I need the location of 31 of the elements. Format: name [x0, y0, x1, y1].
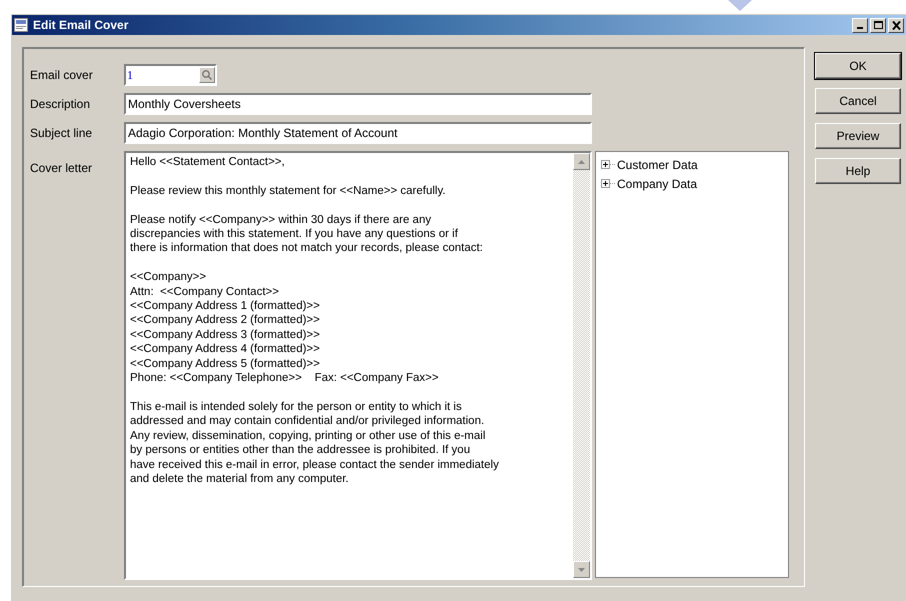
scrollbar[interactable] — [573, 153, 590, 578]
search-icon[interactable] — [199, 67, 215, 83]
expand-icon[interactable] — [601, 179, 610, 188]
field-label: Description — [30, 97, 92, 111]
up-arrow-icon — [578, 160, 585, 164]
field-label: Cover letter — [30, 160, 94, 174]
text-field[interactable]: Adagio Corporation: Monthly Statement of Account — [124, 122, 592, 144]
minimize-button[interactable] — [852, 18, 868, 32]
pointer-icon — [728, 0, 752, 12]
dialog-button[interactable]: OK — [815, 53, 901, 79]
expand-icon[interactable] — [601, 160, 610, 169]
maximize-icon — [874, 21, 882, 29]
maximize-button[interactable] — [870, 18, 886, 32]
field-label: Subject line — [30, 126, 94, 140]
dialog-button[interactable]: Preview — [815, 123, 901, 149]
app-icon — [14, 18, 28, 32]
lookup-field[interactable]: 1 — [124, 64, 217, 86]
down-arrow-icon — [578, 568, 585, 572]
field-label: Email cover — [30, 68, 94, 82]
window-title: Edit Email Cover — [33, 18, 130, 32]
tree-item[interactable]: Customer Data — [617, 158, 698, 172]
cover-letter-field[interactable]: Hello <<Statement Contact>>, Please review this monthly statement for <<Name>> carefully. Please notify <<Company>> within 30 days if there are any discrepancies with this statement. If you have any questions or if there is information that does not match your records, please contact: <<Company>> Attn: <<Company Contact>> <<Company Address 1 (formatted)>> <<Company Address 2 (formatted)>> <<Company Address 3 (formatted)>> <<Company Address 4 (formatted)>> <<Company Address 5 (formatted)>> Phone: <<Company Telephone>> Fax: <<Company Fax>> This e-mail is intended solely for the person or entity to which it is addressed and may contain confidential and/or privileged information. Any review, dissemination, copying, printing or other use of this e-mail by persons or entities other than the addressee is prohibited. If you have received this e-mail in error, please contact the sender immediately and delete the material from any computer. — [124, 151, 592, 580]
close-icon — [892, 20, 900, 30]
scroll-down-button[interactable] — [573, 561, 590, 578]
dialog-button[interactable]: Cancel — [815, 88, 901, 114]
close-button[interactable] — [888, 18, 904, 32]
scroll-up-button[interactable] — [573, 153, 590, 170]
minimize-icon — [857, 27, 863, 29]
dialog-button[interactable]: Help — [815, 158, 901, 184]
tree-item[interactable]: Company Data — [617, 176, 698, 190]
text-field[interactable]: Monthly Coversheets — [124, 93, 592, 115]
